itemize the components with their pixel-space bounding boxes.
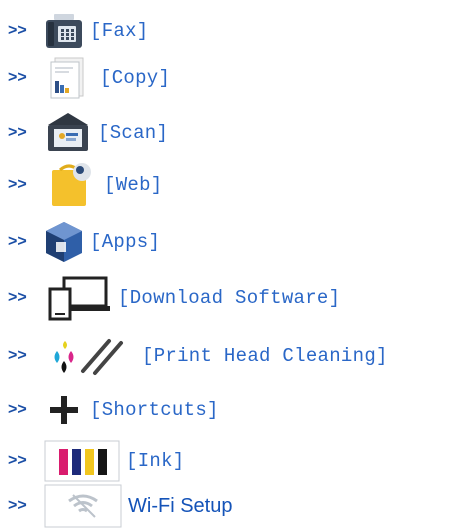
menu-item-label: [Ink] bbox=[126, 449, 185, 472]
menu-prefix: >> bbox=[8, 347, 27, 364]
menu-item-label: [Print Head Cleaning] bbox=[142, 344, 388, 367]
menu-item-copy[interactable]: >> [Copy] bbox=[8, 55, 170, 101]
menu-item-label: [Apps] bbox=[90, 230, 161, 253]
menu-item-shortcuts[interactable]: >> [Shortcuts] bbox=[8, 387, 219, 433]
menu-item-apps[interactable]: >> [Apps] bbox=[8, 219, 160, 265]
apps-icon bbox=[38, 220, 90, 264]
menu-item-label: [Web] bbox=[104, 173, 163, 196]
menu-prefix: >> bbox=[8, 22, 27, 39]
menu-item-label: Wi-Fi Setup bbox=[128, 495, 233, 517]
copy-icon bbox=[38, 56, 100, 100]
menu-item-scan[interactable]: >> [Scan] bbox=[8, 110, 168, 156]
menu-item-label: [Scan] bbox=[98, 121, 169, 144]
menu-list: >> [Fax] >> [Copy] >> [Scan] >> [Web] >>… bbox=[0, 0, 472, 529]
ink-icon bbox=[38, 439, 126, 483]
menu-item-download-software[interactable]: >> [Download Software] bbox=[8, 275, 340, 321]
menu-item-label: [Shortcuts] bbox=[90, 398, 219, 421]
menu-prefix: >> bbox=[8, 69, 27, 86]
fax-icon bbox=[38, 12, 90, 50]
menu-item-fax[interactable]: >> [Fax] bbox=[8, 8, 149, 54]
menu-prefix: >> bbox=[8, 452, 27, 469]
menu-item-label: [Fax] bbox=[90, 19, 149, 42]
download-software-icon bbox=[38, 275, 118, 321]
menu-prefix: >> bbox=[8, 497, 27, 514]
menu-prefix: >> bbox=[8, 176, 27, 193]
menu-item-label: [Copy] bbox=[100, 66, 171, 89]
menu-prefix: >> bbox=[8, 401, 27, 418]
menu-item-web[interactable]: >> [Web] bbox=[8, 162, 163, 208]
scan-icon bbox=[38, 111, 98, 155]
plus-icon bbox=[38, 393, 90, 427]
menu-prefix: >> bbox=[8, 233, 27, 250]
web-icon bbox=[38, 162, 104, 208]
menu-prefix: >> bbox=[8, 124, 27, 141]
wifi-icon bbox=[38, 483, 128, 529]
print-head-cleaning-icon bbox=[38, 333, 142, 379]
menu-item-ink[interactable]: >> [Ink] bbox=[8, 438, 185, 484]
menu-prefix: >> bbox=[8, 289, 27, 306]
menu-item-label: [Download Software] bbox=[118, 286, 341, 309]
menu-item-wifi-setup[interactable]: >> Wi-Fi Setup bbox=[8, 483, 232, 529]
menu-item-print-head-cleaning[interactable]: >> [Print Head Cleaning] bbox=[8, 333, 388, 379]
